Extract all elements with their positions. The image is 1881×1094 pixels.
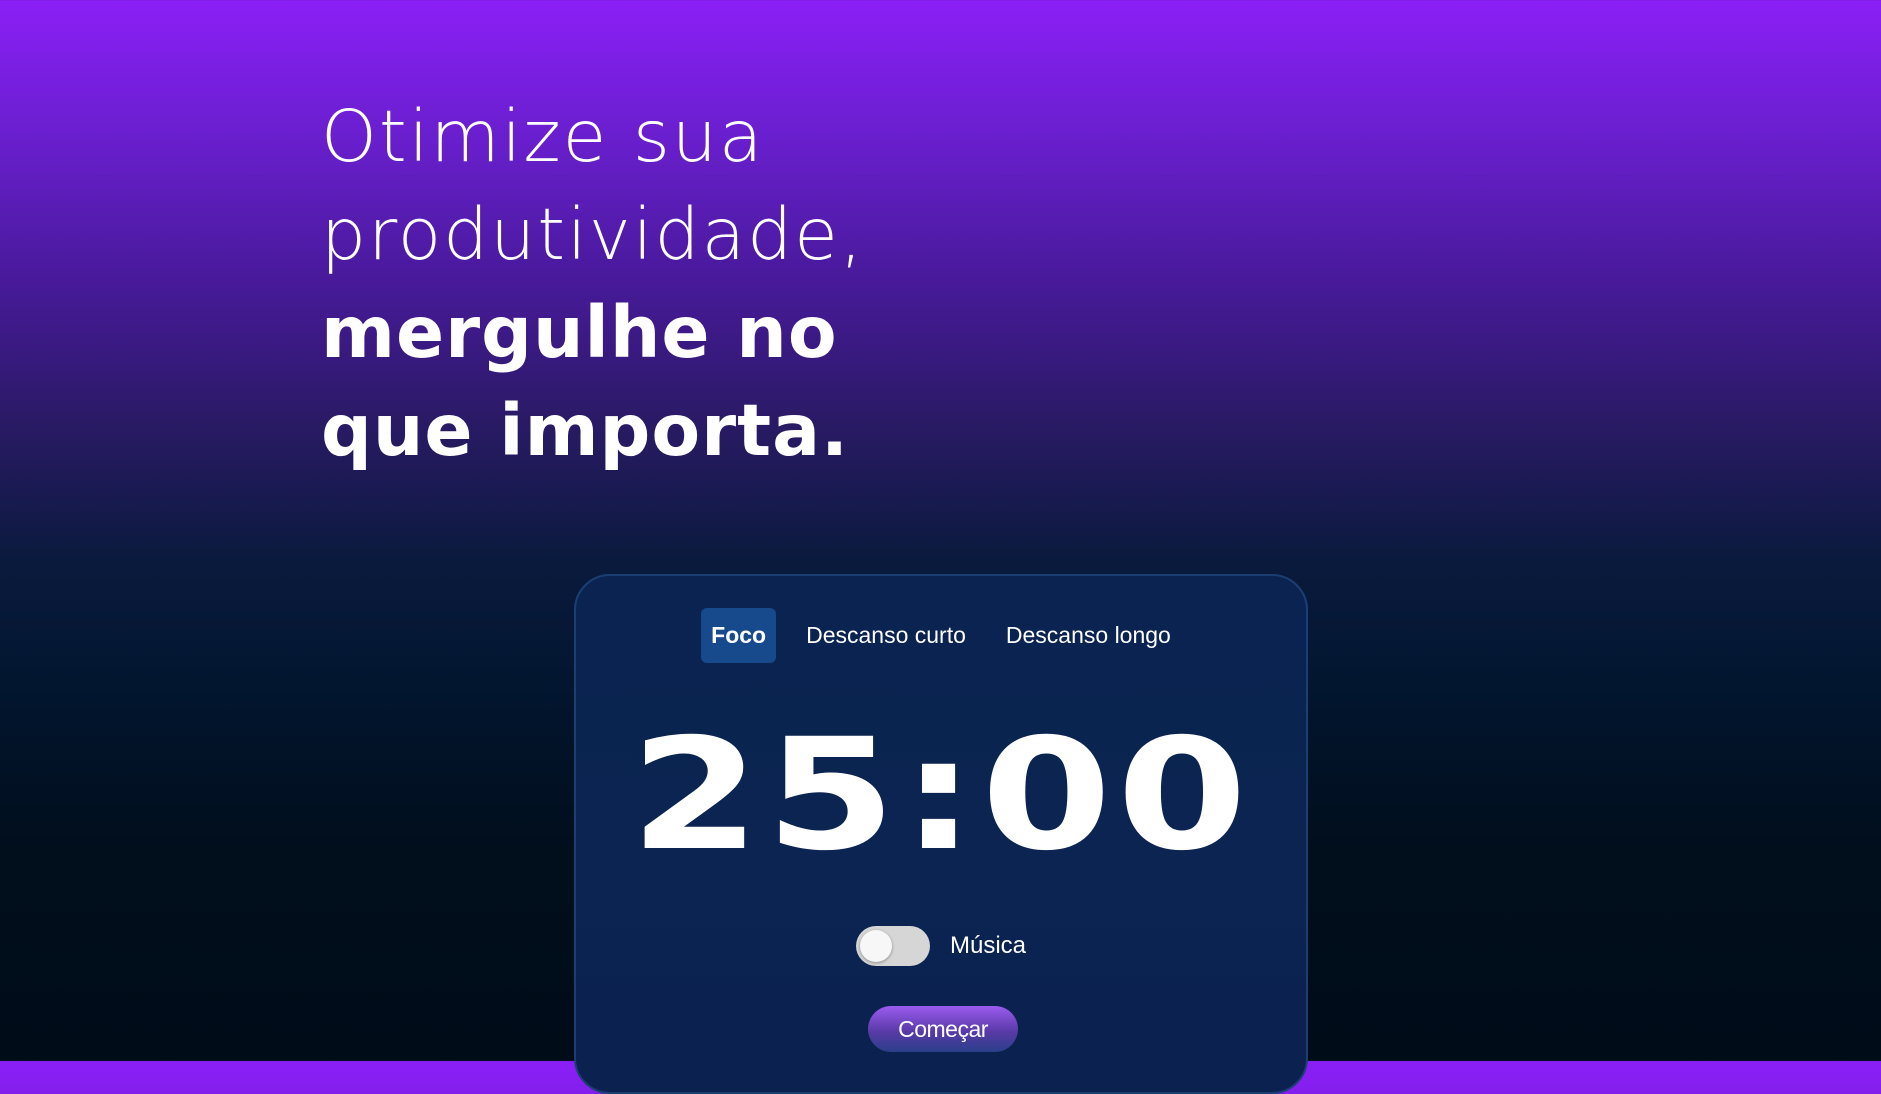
timer-display: 25:00 (629, 706, 1253, 885)
hero-line-4: que importa. (321, 389, 849, 472)
music-label: Música (949, 932, 1027, 959)
toggle-knob (859, 930, 892, 962)
mode-tabs: Foco Descanso curto Descanso longo (576, 608, 1306, 663)
music-row: Música (576, 926, 1306, 966)
timer-card: Foco Descanso curto Descanso longo 25:00… (574, 574, 1308, 1094)
start-button[interactable]: Começar (868, 1006, 1018, 1052)
hero-line-2: produtividade, (321, 193, 865, 276)
tab-foco[interactable]: Foco (701, 608, 777, 663)
tab-descanso-longo[interactable]: Descanso longo (996, 608, 1181, 663)
hero-line-1: Otimize sua (321, 95, 765, 178)
hero-line-3: mergulhe no (321, 291, 838, 374)
tab-descanso-curto[interactable]: Descanso curto (796, 608, 976, 663)
hero-heading: Otimize sua produtividade, mergulhe no q… (321, 88, 1121, 480)
music-toggle[interactable] (855, 926, 930, 966)
